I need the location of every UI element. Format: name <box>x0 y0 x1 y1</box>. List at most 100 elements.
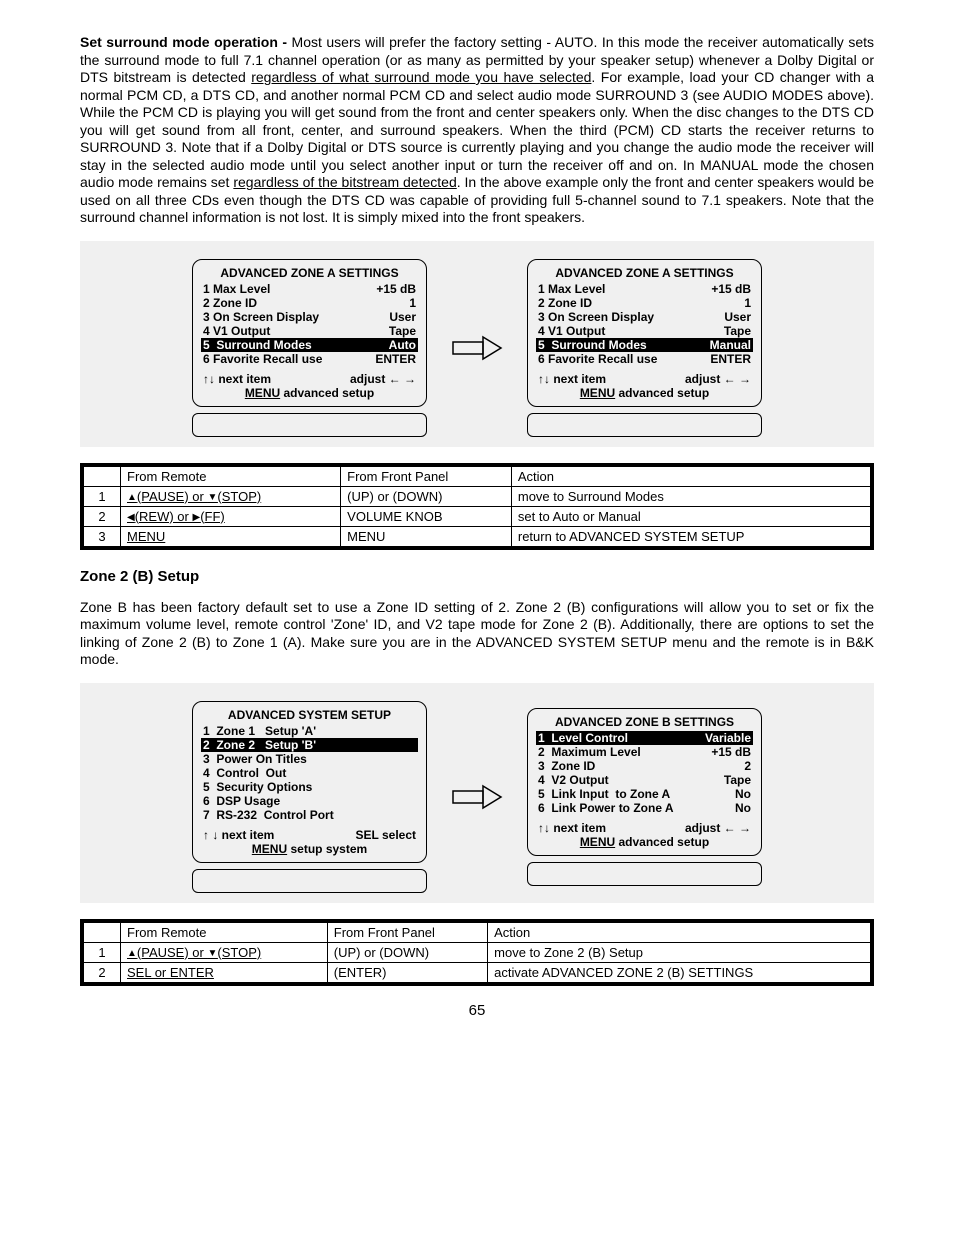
osd-row-value: Auto <box>389 338 416 352</box>
osd-row-label: 3 On Screen Display <box>203 310 319 324</box>
triangle-icon: ◀ <box>127 512 135 523</box>
osd-row-label: 6 Link Power to Zone A <box>538 801 674 815</box>
foot-adjust: adjust ← → <box>350 372 416 386</box>
cell-from-front-panel: (UP) or (DOWN) <box>341 486 512 506</box>
table-head-remote: From Remote <box>121 465 341 487</box>
osd-button-strip <box>527 862 762 886</box>
osd-row-label: 3 Power On Titles <box>203 752 307 766</box>
osd-zone-b-settings: ADVANCED ZONE B SETTINGS 1 Level Control… <box>527 708 762 886</box>
osd-row-value: Variable <box>705 731 751 745</box>
osd-row-label: 1 Level Control <box>538 731 628 745</box>
foot-menu-sub: advanced setup <box>280 386 374 400</box>
osd-zone-a-manual: ADVANCED ZONE A SETTINGS 1 Max Level+15 … <box>527 259 762 437</box>
cell-from-front-panel: MENU <box>341 526 512 548</box>
table-row: 2◀(REW) or ▶(FF)VOLUME KNOBset to Auto o… <box>82 506 872 526</box>
cell-from-front-panel: (ENTER) <box>327 962 487 984</box>
zone2-setup-heading: Zone 2 (B) Setup <box>80 568 874 585</box>
row-number: 1 <box>82 486 121 506</box>
osd-button-strip <box>192 413 427 437</box>
table-head-frontpanel: From Front Panel <box>327 921 487 943</box>
osd-row: 4 Control Out <box>201 766 418 780</box>
remote-label: SEL or ENTER <box>127 965 214 980</box>
osd-row: 3 Power On Titles <box>201 752 418 766</box>
osd-row-label: 1 Max Level <box>203 282 270 296</box>
row-number: 3 <box>82 526 121 548</box>
osd-row-value: Tape <box>724 324 751 338</box>
osd-zone-a-auto: ADVANCED ZONE A SETTINGS 1 Max Level+15 … <box>192 259 427 437</box>
osd-row: 5 Surround ModesManual <box>536 338 753 352</box>
osd-row-value: 2 <box>744 759 751 773</box>
osd-row-value: 1 <box>744 296 751 310</box>
osd-row: 1 Max Level +15 dB <box>201 282 418 296</box>
foot-menu: MENU <box>580 386 615 400</box>
table-row: 1▲(PAUSE) or ▼(STOP)(UP) or (DOWN)move t… <box>82 942 872 962</box>
osd-row-value: ENTER <box>375 352 416 366</box>
foot-menu: MENU <box>252 842 287 856</box>
osd-panels-surround: ADVANCED ZONE A SETTINGS 1 Max Level+15 … <box>80 241 874 447</box>
cell-from-front-panel: VOLUME KNOB <box>341 506 512 526</box>
osd-row: 6 Favorite Recall useENTER <box>201 352 418 366</box>
foot-next-item: ↑↓ next item <box>538 372 606 386</box>
cell-action: activate ADVANCED ZONE 2 (B) SETTINGS <box>488 962 872 984</box>
para1-u1: regardless of what surround mode you hav… <box>251 69 591 85</box>
osd-row-value: User <box>724 310 751 324</box>
osd-title: ADVANCED ZONE B SETTINGS <box>536 715 753 729</box>
foot-select: SEL select <box>356 828 416 842</box>
table-head-remote: From Remote <box>121 921 328 943</box>
osd-row: 6 DSP Usage <box>201 794 418 808</box>
cell-from-remote: ▲(PAUSE) or ▼(STOP) <box>121 942 328 962</box>
osd-row-label: 6 DSP Usage <box>203 794 280 808</box>
osd-row-value: User <box>389 310 416 324</box>
table-head-action: Action <box>511 465 872 487</box>
osd-row-label: 1 Max Level <box>538 282 605 296</box>
osd-title: ADVANCED SYSTEM SETUP <box>201 708 418 722</box>
foot-next-item: ↑ ↓ next item <box>203 828 274 842</box>
osd-button-strip <box>527 413 762 437</box>
para1-lead: Set surround mode operation - <box>80 34 292 50</box>
osd-row-value: 1 <box>409 296 416 310</box>
osd-row-value: No <box>735 801 751 815</box>
osd-row: 5 Security Options <box>201 780 418 794</box>
osd-row-value: ENTER <box>710 352 751 366</box>
foot-menu-sub: setup system <box>287 842 367 856</box>
osd-row: 2 Maximum Level +15 dB <box>536 745 753 759</box>
table-head-blank <box>82 921 121 943</box>
osd-row-label: 3 On Screen Display <box>538 310 654 324</box>
remote-label: ◀(REW) or ▶(FF) <box>127 509 225 524</box>
arrow-icon <box>447 782 507 812</box>
osd-row-label: 2 Zone 2 Setup 'B' <box>203 738 316 752</box>
cell-from-remote: ▲(PAUSE) or ▼(STOP) <box>121 486 341 506</box>
osd-row-value: +15 dB <box>376 282 416 296</box>
osd-row-value: +15 dB <box>711 745 751 759</box>
osd-row: 3 On Screen Display User <box>201 310 418 324</box>
osd-row: 4 V1 OutputTape <box>201 324 418 338</box>
table-row: 3MENUMENUreturn to ADVANCED SYSTEM SETUP <box>82 526 872 548</box>
triangle-icon: ▲ <box>127 492 137 503</box>
osd-row: 6 Favorite Recall useENTER <box>536 352 753 366</box>
osd-row-label: 2 Maximum Level <box>538 745 641 759</box>
cell-from-remote: SEL or ENTER <box>121 962 328 984</box>
osd-row-value: Tape <box>724 773 751 787</box>
osd-row-label: 5 Surround Modes <box>538 338 647 352</box>
remote-label: ▲(PAUSE) or ▼(STOP) <box>127 489 261 504</box>
osd-row-label: 4 V1 Output <box>538 324 605 338</box>
zone2-para: Zone B has been factory default set to u… <box>80 599 874 669</box>
surround-mode-paragraph: Set surround mode operation - Most users… <box>80 34 874 227</box>
table-head-blank <box>82 465 121 487</box>
osd-row-label: 5 Security Options <box>203 780 312 794</box>
table-row: 1▲(PAUSE) or ▼(STOP)(UP) or (DOWN)move t… <box>82 486 872 506</box>
osd-row-label: 5 Link Input to Zone A <box>538 787 670 801</box>
osd-row-label: 1 Zone 1 Setup 'A' <box>203 724 316 738</box>
para1-u2: regardless of the bitstream detected <box>233 174 456 190</box>
osd-advanced-system-setup: ADVANCED SYSTEM SETUP 1 Zone 1 Setup 'A'… <box>192 701 427 893</box>
osd-row: 3 Zone ID2 <box>536 759 753 773</box>
cell-from-remote: ◀(REW) or ▶(FF) <box>121 506 341 526</box>
foot-next-item: ↑↓ next item <box>538 821 606 835</box>
para1-t2: . For example, load your CD changer with… <box>80 69 874 190</box>
osd-button-strip <box>192 869 427 893</box>
osd-row-value: Tape <box>389 324 416 338</box>
osd-row: 3 On Screen Display User <box>536 310 753 324</box>
row-number: 2 <box>82 506 121 526</box>
triangle-icon: ▲ <box>127 948 137 959</box>
triangle-icon: ▶ <box>192 512 200 523</box>
